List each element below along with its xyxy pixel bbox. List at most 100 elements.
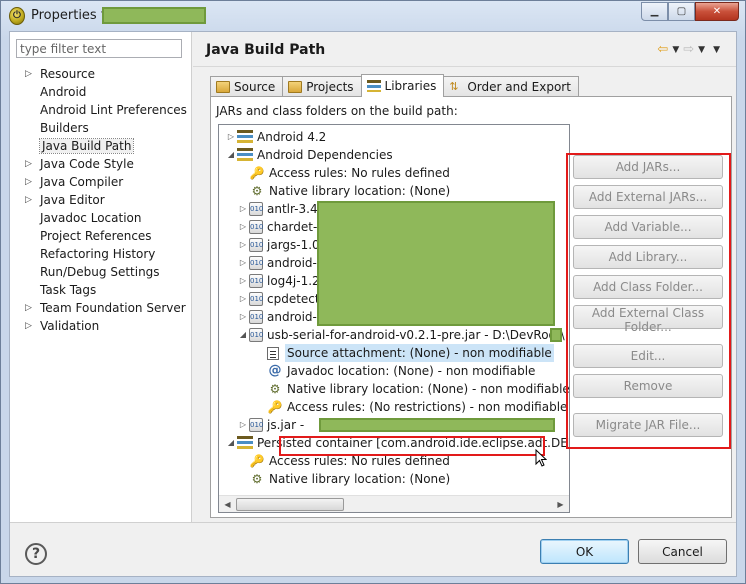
tree-row[interactable]: ▷ 010 js.jar - [237, 416, 304, 434]
expand-icon[interactable]: ▷ [25, 173, 35, 191]
tree-row[interactable]: ▷ 010 chardet-1 [237, 218, 325, 236]
nav-item-label: Java Build Path [38, 138, 135, 154]
nav-item-run-debug-settings[interactable]: Run/Debug Settings [22, 263, 187, 281]
page-history-nav: ⇦ ▼ ⇨ ▼ ▼ [657, 42, 720, 57]
maximize-icon[interactable]: ▢ [668, 2, 695, 21]
tree-label: Javadoc location: (None) - non modifiabl… [287, 364, 536, 378]
scroll-right-icon[interactable]: ▶ [553, 497, 568, 512]
mouse-cursor-icon [535, 449, 547, 467]
library-icon [237, 130, 253, 144]
tree-row[interactable]: ⚙ Native library location: (None) [249, 182, 451, 200]
nav-item-android[interactable]: Android [22, 83, 187, 101]
expand-icon[interactable]: ▷ [237, 308, 249, 326]
java-build-path-page: Java Build Path ⇦ ▼ ⇨ ▼ ▼ Source Project… [193, 32, 736, 522]
nav-item-builders[interactable]: Builders [22, 119, 187, 137]
collapse-icon[interactable]: ◢ [237, 326, 249, 344]
tab-source[interactable]: Source [210, 76, 284, 97]
ok-button[interactable]: OK [540, 539, 629, 564]
nav-item-label: Validation [40, 319, 100, 333]
tree-row-source-attachment[interactable]: Source attachment: (None) - non modifiab… [267, 344, 554, 362]
collapse-icon[interactable]: ◢ [225, 434, 237, 452]
filter-input[interactable] [16, 39, 182, 58]
tree-row[interactable]: ◢ Android Dependencies [225, 146, 393, 164]
close-icon[interactable]: ✕ [695, 2, 739, 21]
expand-icon[interactable]: ▷ [237, 236, 249, 254]
nav-item-label: Project References [40, 229, 152, 243]
title-separator [193, 66, 736, 67]
minimize-icon[interactable]: ▁ [641, 2, 668, 21]
expand-icon[interactable]: ▷ [25, 317, 35, 335]
scroll-left-icon[interactable]: ◀ [220, 497, 235, 512]
javadoc-icon: @ [268, 363, 282, 378]
tree-row[interactable]: ⚙ Native library location: (None) [249, 470, 451, 488]
nav-item-android-lint-preferences[interactable]: Android Lint Preferences [22, 101, 187, 119]
nav-item-resource[interactable]: ▷ Resource [22, 65, 187, 83]
collapse-icon[interactable]: ◢ [225, 146, 237, 164]
nav-item-java-code-style[interactable]: ▷ Java Code Style [22, 155, 187, 173]
tree-label: Native library location: (None) [269, 472, 451, 486]
nav-item-label: Refactoring History [40, 247, 156, 261]
expand-icon[interactable]: ▷ [25, 65, 35, 83]
nav-item-java-editor[interactable]: ▷ Java Editor [22, 191, 187, 209]
tab-libraries[interactable]: Libraries [360, 74, 445, 97]
tree-label: android- [267, 310, 317, 324]
expand-icon[interactable]: ▷ [25, 191, 35, 209]
expand-icon[interactable]: ▷ [237, 272, 249, 290]
expand-icon[interactable]: ▷ [25, 155, 35, 173]
nav-item-team-foundation-server[interactable]: ▷ Team Foundation Server [22, 299, 187, 317]
nav-item-java-compiler[interactable]: ▷ Java Compiler [22, 173, 187, 191]
tree-row[interactable]: @ Javadoc location: (None) - non modifia… [267, 362, 536, 380]
native-library-icon: ⚙ [251, 472, 263, 486]
properties-dialog: ⏻ Properties for ▁ ▢ ✕ ▷ Resource Android A… [0, 0, 746, 584]
tree-label: Native library location: (None) - non mo… [287, 382, 570, 396]
build-path-tree[interactable]: ▷ Android 4.2 ◢ Android Dependencies 🔑 A… [218, 124, 570, 513]
tree-row[interactable]: 🔑 Access rules: (No restrictions) - non … [267, 398, 568, 416]
forward-arrow-icon[interactable]: ⇨ [683, 42, 694, 57]
tree-row[interactable]: ◢ 010 usb-serial-for-android-v0.2.1-pre.… [237, 326, 565, 344]
expand-icon[interactable]: ▷ [237, 218, 249, 236]
tree-row[interactable]: ▷ 010 android- [237, 254, 317, 272]
back-arrow-icon[interactable]: ⇦ [657, 42, 668, 57]
view-menu-icon[interactable]: ▼ [713, 45, 720, 57]
nav-item-javadoc-location[interactable]: Javadoc Location [22, 209, 187, 227]
tree-row[interactable]: ▷ 010 cpdetect [237, 290, 320, 308]
chevron-down-icon[interactable]: ▼ [672, 45, 679, 57]
nav-item-label: Builders [40, 121, 89, 135]
tree-row[interactable]: ▷ Android 4.2 [225, 128, 326, 146]
jar-icon: 010 [249, 220, 263, 234]
tab-projects[interactable]: Projects [282, 76, 362, 97]
tab-label: Order and Export [467, 80, 571, 94]
nav-item-task-tags[interactable]: Task Tags [22, 281, 187, 299]
nav-item-label: Javadoc Location [40, 211, 142, 225]
tree-row[interactable]: ⚙ Native library location: (None) - non … [267, 380, 570, 398]
title-bar[interactable]: ⏻ Properties for ▁ ▢ ✕ [1, 1, 745, 31]
tree-row[interactable]: ▷ 010 jargs-1.0. [237, 236, 324, 254]
nav-item-project-references[interactable]: Project References [22, 227, 187, 245]
cancel-button[interactable]: Cancel [638, 539, 727, 564]
library-icon [237, 436, 253, 450]
tree-row[interactable]: ▷ 010 log4j-1.2. [237, 272, 324, 290]
tree-row[interactable]: 🔑 Access rules: No rules defined [249, 164, 450, 182]
expand-icon[interactable]: ▷ [237, 200, 249, 218]
expand-icon[interactable]: ▷ [237, 290, 249, 308]
expand-icon[interactable]: ▷ [225, 128, 237, 146]
nav-item-validation[interactable]: ▷ Validation [22, 317, 187, 335]
tree-label: Android 4.2 [257, 130, 327, 144]
source-folder-icon [216, 81, 230, 93]
chevron-down-icon[interactable]: ▼ [698, 45, 705, 57]
tree-row[interactable]: ▷ 010 antlr-3.4- [237, 200, 322, 218]
help-icon[interactable]: ? [25, 543, 47, 565]
expand-icon[interactable]: ▷ [25, 299, 35, 317]
nav-item-java-build-path[interactable]: Java Build Path [22, 137, 187, 155]
horizontal-scrollbar[interactable]: ◀ ▶ [219, 495, 569, 512]
expand-icon[interactable]: ▷ [237, 416, 249, 434]
native-library-icon: ⚙ [251, 184, 263, 198]
tree-row[interactable]: ▷ 010 android- [237, 308, 317, 326]
nav-item-refactoring-history[interactable]: Refactoring History [22, 245, 187, 263]
order-export-icon: ⇅ [449, 80, 459, 93]
jar-icon: 010 [249, 202, 263, 216]
expand-icon[interactable]: ▷ [237, 254, 249, 272]
nav-item-label: Task Tags [40, 283, 97, 297]
scroll-thumb[interactable] [236, 498, 344, 511]
tab-order-and-export[interactable]: ⇅ Order and Export [443, 76, 579, 97]
